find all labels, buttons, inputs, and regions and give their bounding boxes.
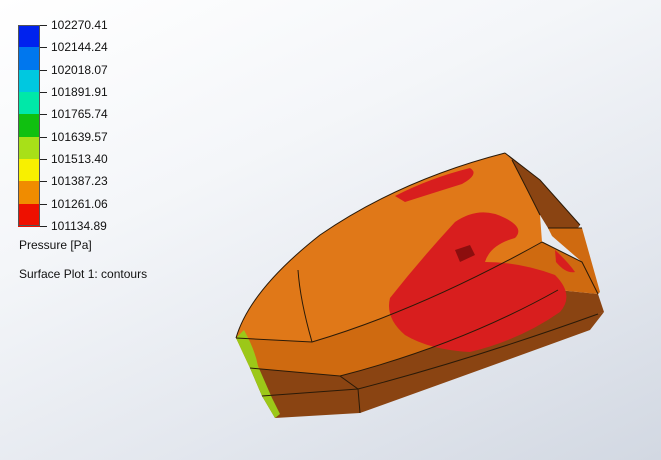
legend-tick-label: 101513.40	[51, 151, 108, 166]
legend-swatch	[18, 158, 40, 182]
legend-tick-mark	[40, 114, 47, 116]
legend-tick-mark	[40, 225, 47, 227]
legend-swatch	[18, 47, 40, 71]
legend-tick-label: 101261.06	[51, 196, 108, 211]
graphics-viewport[interactable]: 102270.41 102144.24 102018.07 101891.91 1017…	[0, 0, 661, 460]
legend-tick-label: 101134.89	[51, 218, 107, 233]
legend-title: Pressure [Pa]	[19, 238, 92, 252]
legend-swatch	[18, 114, 40, 138]
legend-swatch	[18, 25, 40, 48]
legend-tick-mark	[40, 69, 47, 71]
legend-tick-label: 102018.07	[51, 62, 108, 77]
legend-tick-label: 102270.41	[51, 18, 108, 32]
contour-legend[interactable]: 102270.41 102144.24 102018.07 101891.91 1017…	[18, 18, 218, 292]
legend-tick-mark	[40, 136, 47, 138]
legend-tick-mark	[40, 203, 47, 205]
legend-tick-label: 102144.24	[51, 40, 108, 55]
legend-tick-label: 101639.57	[51, 129, 108, 144]
legend-swatch	[18, 203, 40, 227]
legend-tick-label: 101765.74	[51, 107, 108, 122]
legend-tick-label: 101891.91	[51, 84, 108, 99]
legend-tick-mark	[40, 158, 47, 160]
legend-tick-mark	[40, 91, 47, 93]
legend-swatch	[18, 181, 40, 205]
legend-tick-label: 101387.23	[51, 174, 108, 189]
legend-tick-mark	[40, 181, 47, 183]
legend-swatch	[18, 136, 40, 160]
plot-name: Surface Plot 1: contours	[19, 267, 148, 281]
legend-tick-mark	[40, 25, 47, 26]
legend-tick-mark	[40, 47, 47, 49]
legend-swatch	[18, 69, 40, 93]
legend-swatch	[18, 91, 40, 115]
